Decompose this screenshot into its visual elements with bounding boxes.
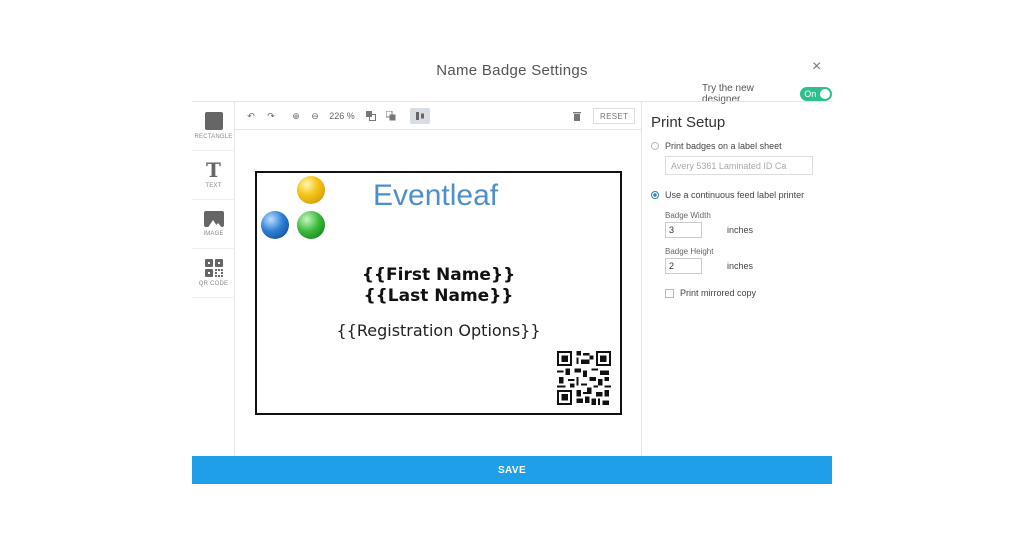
label-sheet-option[interactable]: Print badges on a label sheet: [651, 141, 782, 151]
reset-button[interactable]: RESET: [593, 108, 636, 124]
new-designer-toggle[interactable]: On: [800, 87, 832, 101]
logo-ball-green: [297, 211, 325, 239]
save-button[interactable]: SAVE: [192, 456, 832, 484]
label-sheet-select-value: Avery 5361 Laminated ID Ca: [671, 161, 787, 171]
badge-width-unit: inches: [727, 225, 754, 235]
undo-icon[interactable]: ↶: [245, 108, 257, 124]
redo-icon[interactable]: ↷: [265, 108, 277, 124]
tool-label: RECTANGLE: [194, 134, 233, 140]
tool-label: QR CODE: [198, 281, 229, 287]
tool-image[interactable]: IMAGE: [192, 200, 235, 249]
zoom-out-icon[interactable]: ⊖: [309, 108, 321, 124]
tool-label: TEXT: [205, 183, 222, 189]
continuous-feed-label: Use a continuous feed label printer: [665, 190, 805, 200]
send-backward-icon[interactable]: [385, 108, 397, 124]
qr-code-element[interactable]: [557, 351, 611, 405]
continuous-feed-option[interactable]: Use a continuous feed label printer: [651, 190, 804, 200]
badge-settings-dialog: Name Badge Settings × Try the new design…: [192, 0, 832, 538]
tool-qr-code[interactable]: QR CODE: [192, 249, 235, 298]
zoom-level: 226 %: [329, 111, 355, 121]
text-icon: T: [206, 158, 221, 182]
print-setup-title: Print Setup: [651, 114, 726, 131]
badge-height-input[interactable]: 2: [665, 258, 702, 274]
last-name-field[interactable]: {{Last Name}}: [257, 286, 620, 306]
toggle-knob: [820, 89, 830, 99]
tool-rectangle[interactable]: RECTANGLE: [192, 102, 235, 151]
dialog-title: Name Badge Settings: [436, 62, 588, 79]
mirrored-copy-label: Print mirrored copy: [680, 288, 757, 298]
logo-ball-yellow: [297, 176, 325, 204]
label-sheet-select[interactable]: Avery 5361 Laminated ID Ca: [665, 156, 813, 175]
badge-height-unit: inches: [727, 261, 754, 271]
bring-forward-icon[interactable]: [365, 108, 377, 124]
badge-height-label: Badge Height: [665, 247, 714, 256]
brand-text[interactable]: Eventleaf: [373, 179, 498, 213]
design-canvas: ↶ ↷ ⊕ ⊖ 226 % RESET Eventleaf {{First Na…: [235, 102, 642, 457]
zoom-in-icon[interactable]: ⊕: [290, 108, 302, 124]
badge-width-input[interactable]: 3: [665, 222, 702, 238]
badge-width-label: Badge Width: [665, 211, 711, 220]
tool-label: IMAGE: [203, 231, 224, 237]
first-name-field[interactable]: {{First Name}}: [257, 265, 620, 285]
close-icon[interactable]: ×: [812, 58, 821, 76]
image-icon: [203, 211, 224, 227]
logo-ball-blue: [261, 211, 289, 239]
continuous-feed-radio[interactable]: [651, 191, 659, 199]
mirrored-copy-option[interactable]: Print mirrored copy: [665, 288, 756, 298]
registration-options-field[interactable]: {{Registration Options}}: [257, 321, 620, 340]
label-sheet-label: Print badges on a label sheet: [665, 141, 782, 151]
print-setup-panel: Print Setup Print badges on a label shee…: [643, 102, 832, 457]
canvas-toolbar: ↶ ↷ ⊕ ⊖ 226 % RESET: [235, 102, 641, 130]
tool-text[interactable]: T TEXT: [192, 151, 235, 200]
toggle-state: On: [804, 89, 817, 99]
qr-code-icon: [204, 259, 223, 277]
label-sheet-radio[interactable]: [651, 142, 659, 150]
rectangle-icon: [204, 112, 223, 130]
delete-icon[interactable]: [571, 108, 583, 124]
tool-palette: RECTANGLE T TEXT IMAGE QR CODE: [192, 102, 235, 457]
mirrored-copy-checkbox[interactable]: [665, 288, 674, 298]
designer-frame: RECTANGLE T TEXT IMAGE QR CODE ↶ ↷ ⊕ ⊖ 2…: [192, 101, 832, 457]
badge-preview[interactable]: Eventleaf {{First Name}} {{Last Name}} {…: [255, 171, 622, 415]
align-icon[interactable]: [410, 108, 430, 124]
